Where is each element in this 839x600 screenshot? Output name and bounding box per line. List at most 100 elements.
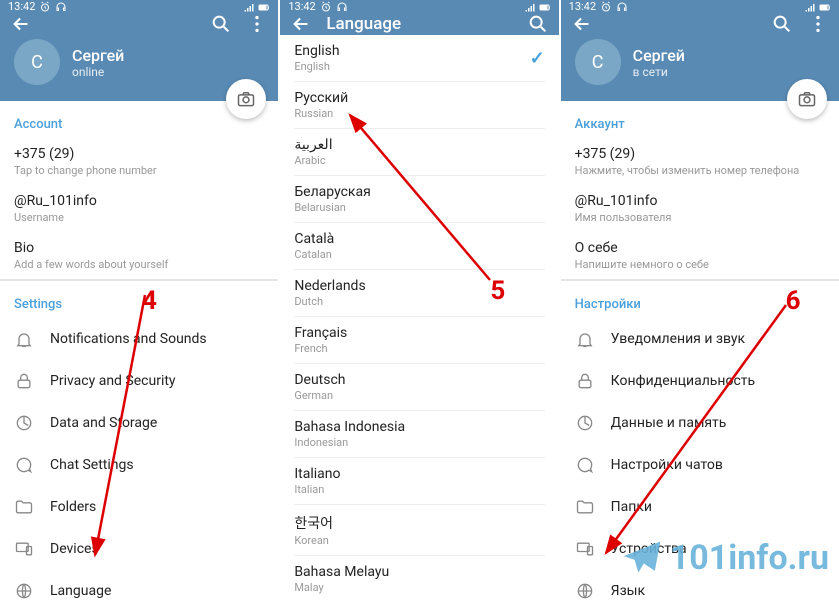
settings-data[interactable]: Данные и память: [561, 402, 839, 444]
search-icon[interactable]: [210, 13, 232, 35]
status-bar: 13:42: [0, 0, 278, 13]
username-row[interactable]: @Ru_101info Username: [0, 185, 278, 232]
signal-icon: [243, 1, 255, 13]
language-row[interactable]: Bahasa MelayuMalay: [280, 556, 558, 600]
profile-status: online: [72, 65, 124, 79]
settings-notifications[interactable]: Уведомления и звук: [561, 318, 839, 360]
language-sub: German: [294, 389, 345, 402]
label: Chat Settings: [50, 457, 134, 473]
settings-privacy[interactable]: Privacy and Security: [0, 360, 278, 402]
label: Notifications and Sounds: [50, 331, 207, 347]
settings-chat[interactable]: Настройки чатов: [561, 444, 839, 486]
data-icon: [575, 413, 595, 433]
settings-language[interactable]: Language: [0, 570, 278, 600]
bio-hint: Напишите немного о себе: [575, 258, 825, 271]
avatar[interactable]: С: [14, 39, 60, 85]
language-row[interactable]: EnglishEnglish✓: [280, 35, 558, 81]
settings-privacy[interactable]: Конфиденциальность: [561, 360, 839, 402]
language-name: Italiano: [294, 466, 340, 482]
language-row[interactable]: ItalianoItalian: [280, 458, 558, 504]
settings-folders[interactable]: Folders: [0, 486, 278, 528]
header: [0, 13, 278, 35]
settings-notifications[interactable]: Notifications and Sounds: [0, 318, 278, 360]
chat-icon: [14, 455, 34, 475]
avatar[interactable]: С: [575, 39, 621, 85]
language-row[interactable]: БеларускаяBelarusian: [280, 176, 558, 222]
language-row[interactable]: CatalàCatalan: [280, 223, 558, 269]
language-row[interactable]: NederlandsDutch: [280, 270, 558, 316]
devices-icon: [575, 539, 595, 559]
status-time: 13:42: [569, 0, 596, 13]
battery-icon: [258, 1, 270, 13]
language-sub: Russian: [294, 107, 348, 120]
screen-settings-en: 13:42 С Сергей online Account +375 (29) …: [0, 0, 278, 600]
headphone-icon: [55, 1, 67, 13]
screen-settings-ru: 13:42 С Сергей в сети Аккаунт +375 (29) …: [561, 0, 839, 600]
language-sub: Indonesian: [294, 436, 405, 449]
status-bar: 13:42: [280, 0, 558, 13]
label: Настройки чатов: [611, 457, 723, 473]
lock-icon: [14, 371, 34, 391]
section-settings: Settings: [0, 281, 278, 318]
settings-chat[interactable]: Chat Settings: [0, 444, 278, 486]
menu-icon[interactable]: [246, 13, 268, 35]
camera-icon: [797, 89, 817, 109]
language-row[interactable]: FrançaisFrench: [280, 317, 558, 363]
language-name: Català: [294, 231, 334, 247]
folder-icon: [575, 497, 595, 517]
language-row[interactable]: DeutschGerman: [280, 364, 558, 410]
bio-row[interactable]: О себе Напишите немного о себе: [561, 232, 839, 279]
label: Privacy and Security: [50, 373, 176, 389]
alarm-icon: [600, 1, 612, 13]
profile-header: С Сергей в сети: [561, 35, 839, 101]
language-name: Bahasa Indonesia: [294, 419, 405, 435]
language-name: Русский: [294, 90, 348, 106]
language-row[interactable]: 한국어Korean: [280, 505, 558, 555]
phone-row[interactable]: +375 (29) Tap to change phone number: [0, 138, 278, 185]
back-icon[interactable]: [10, 13, 32, 35]
devices-icon: [14, 539, 34, 559]
signal-icon: [524, 1, 536, 13]
language-sub: Malay: [294, 581, 389, 594]
label: Уведомления и звук: [611, 331, 745, 347]
profile-name: Сергей: [72, 46, 124, 65]
search-icon[interactable]: [771, 13, 793, 35]
back-icon[interactable]: [290, 13, 312, 35]
username-hint: Имя пользователя: [575, 211, 825, 224]
bio-value: Bio: [14, 240, 264, 256]
watermark: 101info.ru: [620, 536, 829, 580]
phone-row[interactable]: +375 (29) Нажмите, чтобы изменить номер …: [561, 138, 839, 185]
settings-data[interactable]: Data and Storage: [0, 402, 278, 444]
alarm-icon: [320, 1, 332, 13]
language-name: Беларуская: [294, 184, 370, 200]
search-icon[interactable]: [527, 13, 549, 35]
language-row[interactable]: РусскийRussian: [280, 82, 558, 128]
language-row[interactable]: العربيةArabic: [280, 129, 558, 175]
language-name: Français: [294, 325, 347, 341]
language-row[interactable]: Bahasa IndonesiaIndonesian: [280, 411, 558, 457]
phone-value: +375 (29): [575, 146, 825, 162]
language-sub: Catalan: [294, 248, 334, 261]
back-icon[interactable]: [571, 13, 593, 35]
chat-icon: [575, 455, 595, 475]
bio-row[interactable]: Bio Add a few words about yourself: [0, 232, 278, 279]
status-bar: 13:42: [561, 0, 839, 13]
camera-button[interactable]: [787, 79, 827, 119]
data-icon: [14, 413, 34, 433]
alarm-icon: [39, 1, 51, 13]
language-list: EnglishEnglish✓РусскийRussianالعربيةArab…: [280, 35, 558, 600]
menu-icon[interactable]: [807, 13, 829, 35]
bio-value: О себе: [575, 240, 825, 256]
settings-devices[interactable]: Devices: [0, 528, 278, 570]
settings-folders[interactable]: Папки: [561, 486, 839, 528]
step-5: 5: [490, 276, 505, 306]
language-sub: French: [294, 342, 347, 355]
headphone-icon: [336, 1, 348, 13]
username-row[interactable]: @Ru_101info Имя пользователя: [561, 185, 839, 232]
phone-value: +375 (29): [14, 146, 264, 162]
username-value: @Ru_101info: [14, 193, 264, 209]
bell-icon: [14, 329, 34, 349]
language-sub: Korean: [294, 534, 333, 547]
profile-name: Сергей: [633, 46, 685, 65]
label: Конфиденциальность: [611, 373, 755, 389]
